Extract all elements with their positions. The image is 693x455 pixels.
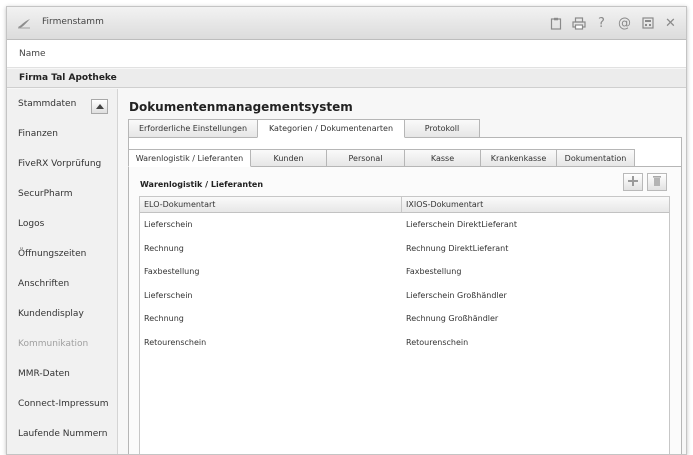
sidebar-item-fiverx-vorpruefung[interactable]: FiveRX Vorprüfung xyxy=(7,149,118,179)
table-row[interactable]: Rechnung Rechnung DirektLieferant xyxy=(140,237,669,261)
table-row[interactable]: Retourenschein Retourenschein xyxy=(140,331,669,355)
tab-bar-main: Erforderliche Einstellungen Kategorien /… xyxy=(128,119,480,138)
delete-icon xyxy=(652,175,662,190)
table-cell: Retourenschein xyxy=(406,337,469,347)
at-icon[interactable]: @ xyxy=(617,13,632,33)
sidebar-item-laufende-nummern[interactable]: Laufende Nummern xyxy=(7,419,118,449)
tab-krankenkasse[interactable]: Krankenkasse xyxy=(480,149,557,167)
name-row: Name xyxy=(7,40,686,68)
sidebar-item-label: Stammdaten xyxy=(18,99,77,109)
table-cell: Faxbestellung xyxy=(144,267,200,277)
sidebar-item-label: SecurPharm xyxy=(18,189,73,199)
sidebar-item-label: Connect-Impressum xyxy=(18,399,109,409)
column-header-elo[interactable]: ELO-Dokumentart xyxy=(140,197,402,212)
table-cell: Lieferschein DirektLieferant xyxy=(406,220,517,230)
close-icon[interactable]: ✕ xyxy=(663,13,678,33)
main-content: Dokumentenmanagementsystem Erforderliche… xyxy=(119,89,686,454)
calculator-icon[interactable] xyxy=(640,13,655,33)
table-row[interactable]: Faxbestellung Faxbestellung xyxy=(140,260,669,284)
sidebar-item-kommunikation: Kommunikation xyxy=(7,329,118,359)
tab-kategorien-dokumentenarten[interactable]: Kategorien / Dokumentenarten xyxy=(257,119,405,138)
sidebar-item-label: Kommunikation xyxy=(18,339,89,349)
table-row[interactable]: Lieferschein Lieferschein Großhändler xyxy=(140,284,669,308)
sidebar-item-label: Finanzen xyxy=(18,129,58,139)
table-header: ELO-Dokumentart IXIOS-Dokumentart xyxy=(140,197,669,213)
add-icon xyxy=(627,175,639,190)
sidebar-item-logos[interactable]: Logos xyxy=(7,209,118,239)
tab-warenlogistik-lieferanten[interactable]: Warenlogistik / Lieferanten xyxy=(128,149,251,167)
table-cell: Lieferschein xyxy=(144,220,193,230)
firma-row: Firma Tal Apotheke xyxy=(7,69,686,88)
table-cell: Rechnung Großhändler xyxy=(406,314,499,324)
tab-kunden[interactable]: Kunden xyxy=(250,149,327,167)
tab-bar-categories: Warenlogistik / Lieferanten Kunden Perso… xyxy=(128,149,635,167)
name-label: Name xyxy=(19,49,46,59)
column-header-ixios[interactable]: IXIOS-Dokumentart xyxy=(402,197,669,212)
table-cell: Rechnung xyxy=(144,314,184,324)
window-title: Firmenstamm xyxy=(42,17,104,27)
sidebar: Stammdaten Finanzen FiveRX Vorprüfung Se… xyxy=(7,89,118,454)
tab-erforderliche-einstellungen[interactable]: Erforderliche Einstellungen xyxy=(128,119,258,138)
title-bar: Firmenstamm ? @ ✕ xyxy=(7,7,686,40)
sidebar-item-mmr-daten[interactable]: MMR-Daten xyxy=(7,359,118,389)
table-cell: Rechnung xyxy=(144,243,184,253)
table-cell: Lieferschein Großhändler xyxy=(406,290,507,300)
document-types-table: ELO-Dokumentart IXIOS-Dokumentart Liefer… xyxy=(139,196,670,454)
sidebar-item-kundendisplay[interactable]: Kundendisplay xyxy=(7,299,118,329)
table-row[interactable]: Lieferschein Lieferschein DirektLieferan… xyxy=(140,213,669,237)
panel-title: Warenlogistik / Lieferanten xyxy=(140,180,264,189)
help-icon[interactable]: ? xyxy=(594,13,609,33)
firmenstamm-window: Firmenstamm ? @ ✕ Name Firma Tal Apothek… xyxy=(6,6,687,455)
table-cell: Rechnung DirektLieferant xyxy=(406,243,509,253)
sidebar-item-securpharm[interactable]: SecurPharm xyxy=(7,179,118,209)
tab-protokoll[interactable]: Protokoll xyxy=(404,119,480,138)
app-logo-icon xyxy=(17,16,31,30)
clipboard-icon[interactable] xyxy=(548,13,563,33)
table-cell: Faxbestellung xyxy=(406,267,462,277)
page-title: Dokumentenmanagementsystem xyxy=(129,100,353,114)
sidebar-item-label: Logos xyxy=(18,219,45,229)
delete-button[interactable] xyxy=(647,173,667,191)
printer-icon[interactable] xyxy=(571,13,586,33)
sidebar-item-anschriften[interactable]: Anschriften xyxy=(7,269,118,299)
sidebar-item-label: Anschriften xyxy=(18,279,70,289)
sidebar-item-oeffnungszeiten[interactable]: Öffnungszeiten xyxy=(7,239,118,269)
add-button[interactable] xyxy=(623,173,643,191)
scroll-up-button[interactable] xyxy=(91,99,108,114)
tab-kasse[interactable]: Kasse xyxy=(404,149,481,167)
title-bar-toolbar: ? @ ✕ xyxy=(548,13,678,33)
sidebar-item-label: FiveRX Vorprüfung xyxy=(18,159,102,169)
sidebar-item-connect-impressum[interactable]: Connect-Impressum xyxy=(7,389,118,419)
tab-personal[interactable]: Personal xyxy=(326,149,405,167)
sidebar-item-label: Öffnungszeiten xyxy=(18,249,87,259)
tab-dokumentation[interactable]: Dokumentation xyxy=(556,149,635,167)
firma-name: Firma Tal Apotheke xyxy=(19,73,117,83)
sidebar-item-label: MMR-Daten xyxy=(18,369,70,379)
sidebar-item-finanzen[interactable]: Finanzen xyxy=(7,119,118,149)
sidebar-item-label: Kundendisplay xyxy=(18,309,84,319)
table-cell: Retourenschein xyxy=(144,337,207,347)
table-row[interactable]: Rechnung Rechnung Großhändler xyxy=(140,307,669,331)
table-cell: Lieferschein xyxy=(144,290,193,300)
sidebar-item-label: Laufende Nummern xyxy=(18,429,108,439)
